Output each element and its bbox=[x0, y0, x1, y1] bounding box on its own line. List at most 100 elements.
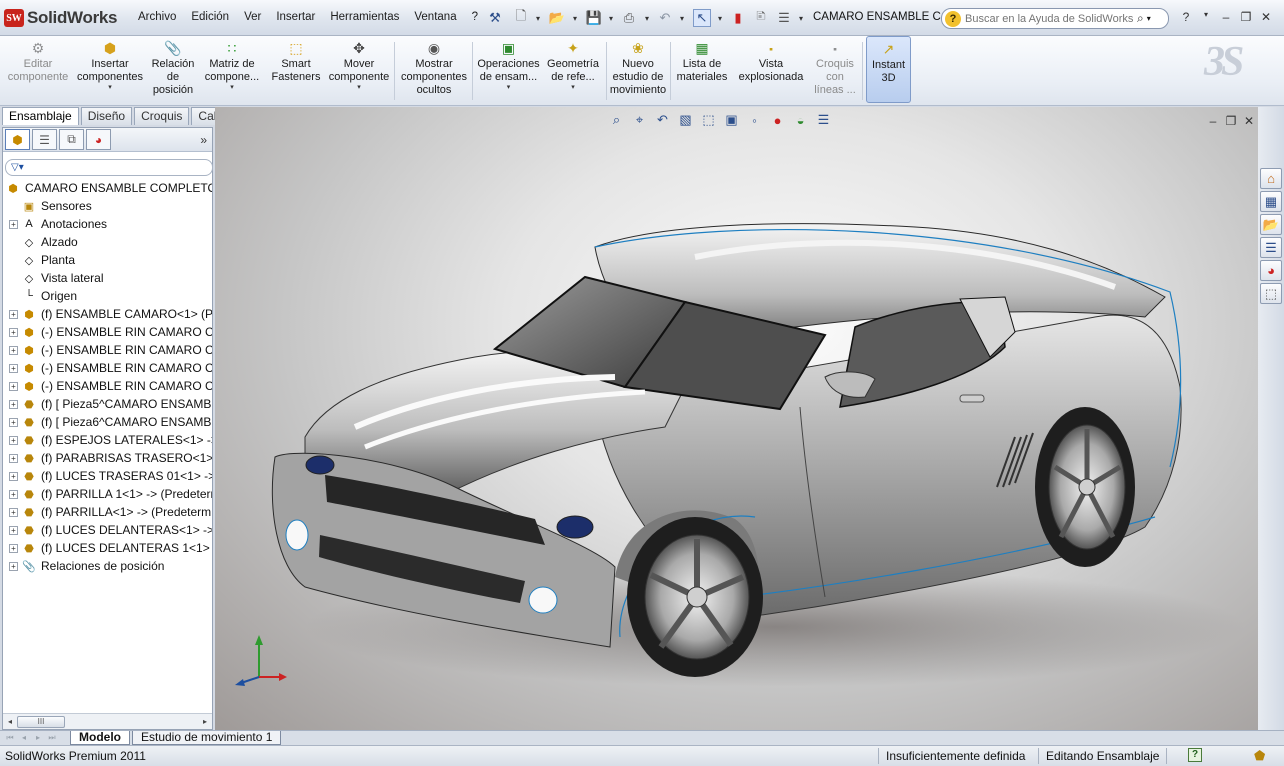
first-tab-icon[interactable]: ⏮ bbox=[3, 732, 17, 744]
tab-ensamblaje[interactable]: Ensamblaje bbox=[2, 107, 79, 125]
tab-modelo[interactable]: Modelo bbox=[70, 731, 130, 745]
tab-croquis[interactable]: Croquis bbox=[134, 107, 190, 125]
reference-geometry-button[interactable]: ✦ Geometría de refe... ▾ bbox=[544, 39, 602, 103]
save-icon[interactable]: 💾 bbox=[585, 9, 603, 27]
expand-icon[interactable]: + bbox=[9, 507, 18, 517]
file-explorer-icon[interactable]: 📂 bbox=[1260, 214, 1282, 235]
feature-tree-item[interactable]: + 📎 Relaciones de posición bbox=[9, 557, 164, 575]
feature-tree-item[interactable]: + ⬣ (f) PARRILLA<1> -> (Predeterm bbox=[9, 503, 211, 521]
help-search-input[interactable] bbox=[965, 12, 1137, 25]
instant3d-button[interactable]: ↗ Instant 3D bbox=[866, 36, 911, 103]
expand-icon[interactable]: + bbox=[9, 561, 18, 571]
viewport-restore-icon[interactable]: ❐ bbox=[1222, 114, 1240, 128]
expand-icon[interactable]: + bbox=[9, 363, 18, 373]
undo-icon[interactable]: ↶ bbox=[656, 9, 674, 27]
feature-tree-item[interactable]: + ⬢ (-) ENSAMBLE RIN CAMARO CO bbox=[9, 341, 212, 359]
help-search-box[interactable]: ? ⌕ ▾ bbox=[941, 8, 1169, 29]
feature-tree-item[interactable]: ⬢ CAMARO ENSAMBLE COMPLETO ( bbox=[5, 179, 212, 197]
explode-line-sketch-button[interactable]: ⬝ Croquis con líneas ... bbox=[810, 39, 860, 103]
feature-tree-item[interactable]: + ⬢ (-) ENSAMBLE RIN CAMARO CO bbox=[9, 377, 212, 395]
move-component-dropdown-icon[interactable]: ▾ bbox=[357, 84, 361, 92]
view-orientation-icon[interactable]: ⬚ bbox=[697, 111, 720, 129]
appearances-icon[interactable]: ◕ bbox=[1260, 260, 1282, 281]
expand-icon[interactable]: + bbox=[9, 399, 18, 409]
previous-view-icon[interactable]: ↶ bbox=[651, 111, 674, 129]
print-dropdown-icon[interactable]: ▾ bbox=[643, 9, 651, 27]
feature-tree-item[interactable]: + ⬣ (f) PARRILLA 1<1> -> (Predeterm bbox=[9, 485, 212, 503]
select-pointer-icon[interactable]: ↖ bbox=[693, 9, 711, 27]
expand-icon[interactable]: + bbox=[9, 543, 18, 553]
file-properties-icon[interactable]: 🗈 bbox=[752, 8, 770, 27]
expand-icon[interactable]: + bbox=[9, 417, 18, 427]
new-dropdown-icon[interactable]: ▾ bbox=[534, 9, 542, 27]
minimize-icon[interactable]: – bbox=[1216, 10, 1236, 24]
expand-icon[interactable]: + bbox=[9, 219, 18, 229]
feature-tree-item[interactable]: + A Anotaciones bbox=[9, 215, 107, 233]
menu-help[interactable]: ? bbox=[472, 11, 478, 23]
configuration-manager-tab-icon[interactable]: ⧉ bbox=[59, 129, 84, 150]
feature-tree-hscrollbar[interactable]: ◂ III ▸ bbox=[3, 713, 212, 729]
expand-icon[interactable]: + bbox=[9, 489, 18, 499]
save-dropdown-icon[interactable]: ▾ bbox=[607, 9, 615, 27]
last-tab-icon[interactable]: ⏭ bbox=[45, 732, 59, 744]
edit-component-button[interactable]: ⚙ Editar componente bbox=[6, 39, 70, 103]
feature-tree-item[interactable]: + ⬣ (f) [ Pieza6^CAMARO ENSAMBL bbox=[9, 413, 212, 431]
camaro-model[interactable] bbox=[215, 107, 1258, 731]
display-style-icon[interactable]: ▣ bbox=[720, 111, 743, 129]
expand-icon[interactable]: + bbox=[9, 471, 18, 481]
new-motion-study-button[interactable]: ❀ Nuevo estudio de movimiento bbox=[608, 39, 668, 103]
search-dropdown-icon[interactable]: ▾ bbox=[1147, 14, 1151, 23]
open-dropdown-icon[interactable]: ▾ bbox=[571, 9, 579, 27]
feature-tree-item[interactable]: + ⬣ (f) LUCES DELANTERAS<1> -> ( bbox=[9, 521, 212, 539]
expand-tabs-icon[interactable]: » bbox=[200, 133, 207, 147]
view-settings-icon[interactable]: ☰ bbox=[812, 111, 835, 129]
select-dropdown-icon[interactable]: ▾ bbox=[716, 9, 724, 27]
next-tab-icon[interactable]: ▸ bbox=[31, 732, 45, 744]
feature-tree-item[interactable]: + ⬢ (f) ENSAMBLE CAMARO<1> (Pre bbox=[9, 305, 212, 323]
feature-tree-item[interactable]: ◇ Planta bbox=[9, 251, 75, 269]
move-component-button[interactable]: ✥ Mover componente ▾ bbox=[328, 39, 390, 103]
expand-icon[interactable]: + bbox=[9, 453, 18, 463]
help-menu-icon[interactable]: ? bbox=[1176, 10, 1196, 24]
insert-components-button[interactable]: ⬢ Insertar componentes ▾ bbox=[76, 39, 144, 103]
feature-tree-item[interactable]: ▣ Sensores bbox=[9, 197, 92, 215]
hide-show-items-icon[interactable]: ◦ bbox=[743, 111, 766, 129]
tab-motion-study-1[interactable]: Estudio de movimiento 1 bbox=[132, 731, 282, 745]
bill-of-materials-button[interactable]: ▦ Lista de materiales bbox=[673, 39, 731, 103]
feature-tree-item[interactable]: ◇ Alzado bbox=[9, 233, 78, 251]
quick-tips-icon[interactable]: ? bbox=[1188, 748, 1202, 762]
new-document-icon[interactable]: 🗋 bbox=[512, 8, 530, 27]
feature-tree-item[interactable]: + ⬣ (f) ESPEJOS LATERALES<1> -> ( bbox=[9, 431, 212, 449]
edit-appearance-icon[interactable]: ● bbox=[766, 111, 789, 129]
feature-tree-item[interactable]: + ⬢ (-) ENSAMBLE RIN CAMARO CO bbox=[9, 323, 212, 341]
assembly-features-dropdown-icon[interactable]: ▾ bbox=[507, 84, 511, 92]
restore-icon[interactable]: ❐ bbox=[1236, 10, 1256, 24]
feature-tree-tab-icon[interactable]: ⬢ bbox=[5, 129, 30, 150]
open-folder-icon[interactable]: 📂 bbox=[548, 9, 566, 27]
show-hidden-components-button[interactable]: ◉ Mostrar componentes ocultos bbox=[398, 39, 470, 103]
zoom-to-area-icon[interactable]: ⌖ bbox=[628, 111, 651, 129]
expand-icon[interactable]: + bbox=[9, 381, 18, 391]
menu-archivo[interactable]: Archivo bbox=[138, 11, 176, 23]
feature-tree-item[interactable]: + ⬣ (f) LUCES TRASERAS 01<1> -> ( bbox=[9, 467, 212, 485]
feature-tree-item[interactable]: ◇ Vista lateral bbox=[9, 269, 104, 287]
expand-icon[interactable]: + bbox=[9, 345, 18, 355]
mate-button[interactable]: 📎 Relación de posición bbox=[148, 39, 198, 103]
options-dropdown-icon[interactable]: ▾ bbox=[797, 9, 805, 27]
graphics-area[interactable]: ⌕ ⌖ ↶ ▧ ⬚ ▣ ◦ ● ◒ ☰ – ❐ ✕ bbox=[215, 107, 1258, 731]
assembly-features-button[interactable]: ▣ Operaciones de ensam... ▾ bbox=[475, 39, 542, 103]
component-pattern-button[interactable]: ∷ Matriz de compone... ▾ bbox=[202, 39, 262, 103]
scroll-left-icon[interactable]: ◂ bbox=[3, 717, 17, 726]
tab-diseno[interactable]: Diseño bbox=[80, 107, 133, 125]
help-dropdown-icon[interactable]: ▾ bbox=[1196, 10, 1216, 24]
component-pattern-dropdown-icon[interactable]: ▾ bbox=[230, 84, 234, 92]
expand-icon[interactable]: + bbox=[9, 309, 18, 319]
rebuild-icon[interactable]: ▮ bbox=[729, 9, 747, 27]
expand-icon[interactable]: + bbox=[9, 327, 18, 337]
feature-tree-item[interactable]: + ⬢ (-) ENSAMBLE RIN CAMARO CO bbox=[9, 359, 212, 377]
solidworks-resources-icon[interactable]: ⌂ bbox=[1260, 168, 1282, 189]
options-icon[interactable]: ☰ bbox=[775, 9, 793, 27]
expand-icon[interactable]: + bbox=[9, 525, 18, 535]
view-palette-icon[interactable]: ☰ bbox=[1260, 237, 1282, 258]
property-manager-tab-icon[interactable]: ☰ bbox=[32, 129, 57, 150]
